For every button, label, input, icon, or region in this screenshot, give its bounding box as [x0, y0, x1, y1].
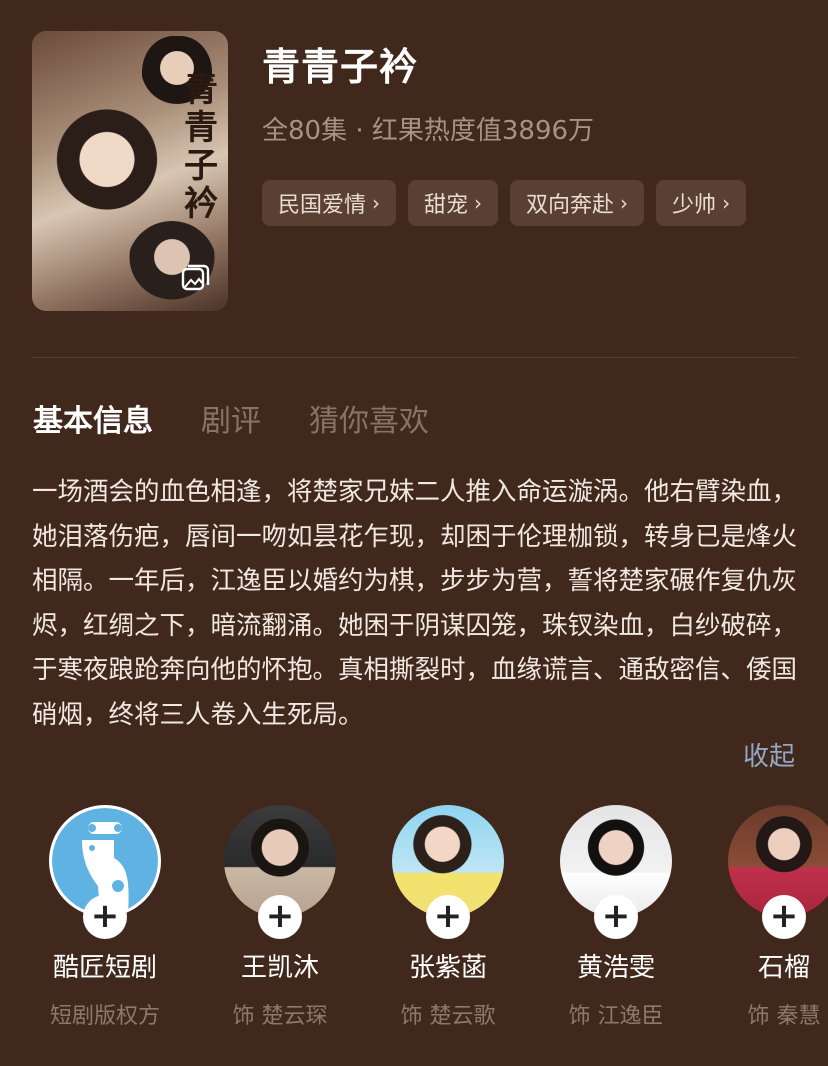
cast-role: 饰 楚云歌	[400, 1004, 496, 1029]
follow-plus-button[interactable]: +	[762, 895, 806, 939]
tag-chip[interactable]: 甜宠 ›	[408, 180, 499, 226]
cast-member[interactable]: + 酷匠短剧 短剧版权方	[21, 805, 189, 1030]
cast-role: 短剧版权方	[49, 1004, 160, 1029]
follow-plus-button[interactable]: +	[83, 895, 127, 939]
synopsis: 一场酒会的血色相逢，将楚家兄妹二人推入命运漩涡。他右臂染血，她泪落伤疤，唇间一吻…	[32, 477, 798, 730]
tab-basic-info[interactable]: 基本信息	[33, 396, 153, 440]
follow-plus-button[interactable]: +	[426, 895, 470, 939]
cast-member[interactable]: + 石榴 饰 秦慧	[700, 805, 828, 1030]
poster-figure	[52, 101, 162, 231]
cast-name: 酷匠短剧	[52, 953, 157, 983]
chevron-right-icon: ›	[722, 191, 731, 215]
avatar[interactable]: +	[224, 805, 336, 939]
divider	[32, 357, 798, 358]
tab-bar: 基本信息 剧评 猜你喜欢	[33, 396, 429, 440]
follow-plus-button[interactable]: +	[258, 895, 302, 939]
follow-plus-button[interactable]: +	[594, 895, 638, 939]
tag-chip[interactable]: 双向奔赴 ›	[510, 180, 645, 226]
collapse-button[interactable]: 收起	[743, 736, 795, 773]
cast-name: 石榴	[757, 953, 810, 983]
tab-reviews[interactable]: 剧评	[201, 396, 261, 440]
cast-role: 饰 楚云琛	[232, 1004, 328, 1029]
tag-chip[interactable]: 民国爱情 ›	[262, 180, 397, 226]
tag-list: 民国爱情 › 甜宠 › 双向奔赴 › 少帅 ›	[262, 180, 747, 226]
tag-chip[interactable]: 少帅 ›	[656, 180, 747, 226]
cast-list: + 酷匠短剧 短剧版权方 + 王凯沐 饰 楚云琛 + 张紫菡 饰 楚云歌 + 黄…	[0, 805, 828, 1065]
avatar[interactable]: +	[49, 805, 161, 939]
drama-poster[interactable]: 青青子衿	[32, 31, 228, 311]
cast-member[interactable]: + 王凯沐 饰 楚云琛	[196, 805, 364, 1030]
tag-label: 少帅	[672, 193, 717, 218]
avatar[interactable]: +	[728, 805, 828, 939]
chevron-right-icon: ›	[372, 191, 381, 215]
tag-label: 双向奔赴	[526, 193, 615, 218]
poster-calligraphy: 青青子衿	[184, 70, 218, 224]
avatar[interactable]: +	[392, 805, 504, 939]
tag-label: 甜宠	[424, 193, 469, 218]
cast-name: 王凯沐	[240, 953, 319, 983]
cast-name: 张紫菡	[408, 953, 487, 983]
drama-title: 青青子衿	[262, 45, 419, 89]
drama-meta: 全80集 · 红果热度值3896万	[262, 116, 595, 146]
tag-label: 民国爱情	[278, 193, 367, 218]
avatar[interactable]: +	[560, 805, 672, 939]
chevron-right-icon: ›	[620, 191, 629, 215]
cast-role: 饰 秦慧	[747, 1004, 821, 1029]
gallery-icon[interactable]	[180, 263, 210, 293]
tab-recommendations[interactable]: 猜你喜欢	[309, 396, 429, 440]
cast-member[interactable]: + 黄浩雯 饰 江逸臣	[532, 805, 700, 1030]
chevron-right-icon: ›	[474, 191, 483, 215]
cast-member[interactable]: + 张紫菡 饰 楚云歌	[364, 805, 532, 1030]
cast-role: 饰 江逸臣	[568, 1004, 664, 1029]
cast-name: 黄浩雯	[576, 953, 655, 983]
